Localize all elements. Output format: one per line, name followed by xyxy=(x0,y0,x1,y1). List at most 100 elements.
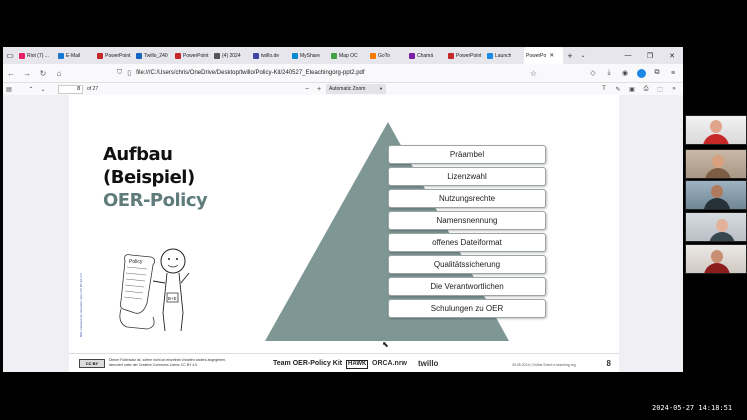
tab-9[interactable]: GoTo xyxy=(368,47,407,64)
tab-12[interactable]: Launch xyxy=(485,47,524,64)
image-credit: Bild: weeseeit.de, lizenziert unter CC B… xyxy=(79,245,83,337)
menu-icon[interactable]: ≡ xyxy=(665,65,681,81)
tab-label: Launch xyxy=(495,52,512,59)
video-tile-4[interactable] xyxy=(685,212,747,242)
video-tile-1[interactable] xyxy=(685,115,747,145)
account-icon[interactable]: ◉ xyxy=(617,65,633,81)
tab-7[interactable]: MyShare xyxy=(290,47,329,64)
pyramid-level-8: Schulungen zu OER xyxy=(388,299,546,318)
tab-favicon-icon xyxy=(253,52,259,59)
hawk-logo: HAWK xyxy=(346,360,369,369)
tab-11[interactable]: PowerPoint xyxy=(446,47,485,64)
sidebar-toggle-icon[interactable]: ▤ xyxy=(3,83,15,95)
pdf-tools: T ✎ ▣ ⎙ ⬚ » xyxy=(597,83,681,95)
tab-label: Map OC xyxy=(339,52,358,59)
pocket-icon[interactable]: ◇ xyxy=(585,65,601,81)
tab-favicon-icon xyxy=(448,52,454,59)
save-icon[interactable]: ⬚ xyxy=(653,83,667,95)
zoom-in-icon[interactable]: + xyxy=(313,83,325,95)
tab-favicon-icon xyxy=(331,52,337,59)
tab-favicon-icon xyxy=(370,52,376,59)
video-tile-2[interactable] xyxy=(685,149,747,179)
cc-license-badge: CC BY xyxy=(79,359,105,368)
badge-label: B+E xyxy=(168,296,177,301)
text-tool-icon[interactable]: T xyxy=(597,83,611,95)
list-tabs-icon[interactable]: ⌄ xyxy=(577,52,589,59)
tab-1[interactable]: E-Mail xyxy=(56,47,95,64)
close-window-icon[interactable]: ✕ xyxy=(661,47,683,64)
mouse-cursor-icon: ⬉ xyxy=(382,340,389,349)
slide-page: Aufbau (Beispiel) OER-Policy Bild: weese… xyxy=(69,95,619,353)
zoom-out-icon[interactable]: − xyxy=(301,83,313,95)
orca-logo: ORCA.nrw xyxy=(372,360,407,367)
downloads-icon[interactable]: ⤓ xyxy=(601,65,617,81)
video-tile-5[interactable] xyxy=(685,244,747,274)
tab-label: MyShare xyxy=(300,52,321,59)
print-icon[interactable]: ⎙ xyxy=(639,83,653,95)
toolbar-right: ◇ ⤓ ◉ ⧉ ≡ xyxy=(585,65,681,81)
tab-6[interactable]: twillo.de xyxy=(251,47,290,64)
team-label: Team OER-Policy Kit xyxy=(273,360,343,367)
pdf-toolbar: ▤ ⌃ ⌄ 8 of 27 − + Automatic Zoom ▼ T ✎ ▣… xyxy=(3,82,683,95)
tab-favicon-icon xyxy=(58,52,64,59)
tab-label: PowerPoint xyxy=(183,52,209,59)
tab-10[interactable]: Chamä xyxy=(407,47,446,64)
profile-avatar[interactable] xyxy=(633,65,649,81)
pyramid-level-7: Die Verantwortlichen xyxy=(388,277,546,296)
tab-label: GoTo xyxy=(378,52,390,59)
new-tab-button[interactable]: + xyxy=(563,51,577,61)
tab-favicon-icon xyxy=(214,52,220,59)
next-page-icon[interactable]: ⌄ xyxy=(37,83,49,95)
tab-label: E-Mail xyxy=(66,52,81,59)
maximize-icon[interactable]: ❐ xyxy=(639,47,661,64)
pyramid-level-1: Präambel xyxy=(388,145,546,164)
tab-bar: ▭ Riot (7) ... E-Mail PowerPoint Twillo_240… xyxy=(3,47,683,64)
tab-favicon-icon xyxy=(487,52,493,59)
tab-5[interactable]: (4) 2024 xyxy=(212,47,251,64)
shield-icon[interactable]: ⛉ xyxy=(117,69,122,77)
pyramid-level-4: Namensnennung xyxy=(388,211,546,230)
close-tab-icon[interactable]: ✕ xyxy=(549,52,554,59)
policy-illustration: Policy B+E xyxy=(119,248,190,332)
tab-favicon-icon xyxy=(409,52,415,59)
page-count: of 27 xyxy=(87,86,99,92)
window-controls: — ❐ ✕ xyxy=(617,47,683,64)
zoom-select[interactable]: Automatic Zoom ▼ xyxy=(326,84,386,94)
license-text: Dieser Foliensatz ist, sofern nicht an e… xyxy=(109,358,279,368)
tab-0[interactable]: Riot (7) ... xyxy=(17,47,56,64)
title-line-2: (Beispiel) xyxy=(103,167,195,188)
license-line-2[interactable]: lizenziert unter der Creative Commons Li… xyxy=(109,363,279,368)
tab-4[interactable]: PowerPoint xyxy=(173,47,212,64)
tab-active[interactable]: PowerPo ✕ xyxy=(524,47,563,64)
tab-8[interactable]: Map OC xyxy=(329,47,368,64)
tab-2[interactable]: PowerPoint xyxy=(95,47,134,64)
back-icon[interactable]: ← xyxy=(3,65,19,81)
tab-label: twillo.de xyxy=(261,52,280,59)
chevron-down-icon: ▼ xyxy=(379,86,383,91)
url-bar[interactable]: ⛉ ▯ file:///C:/Users/chris/OneDrive/Desk… xyxy=(117,66,537,80)
title-line-3: OER-Policy xyxy=(103,190,208,211)
nav-bar: ← → ↻ ⌂ ⛉ ▯ file:///C:/Users/chris/OneDr… xyxy=(3,64,683,82)
tab-favicon-icon xyxy=(19,52,25,59)
tab-3[interactable]: Twillo_240 xyxy=(134,47,173,64)
image-credit-text[interactable]: Bild: weeseeit.de, lizenziert unter CC B… xyxy=(79,245,83,337)
tab-label: Twillo_240 xyxy=(144,52,168,59)
title-line-1: Aufbau xyxy=(103,144,173,165)
prev-page-icon[interactable]: ⌃ xyxy=(25,83,37,95)
video-tile-3[interactable] xyxy=(685,180,747,210)
bookmark-star-icon[interactable]: ☆ xyxy=(530,69,537,78)
image-tool-icon[interactable]: ▣ xyxy=(625,83,639,95)
slide-page-number: 8 xyxy=(606,359,611,368)
forward-icon[interactable]: → xyxy=(19,65,35,81)
page-number-input[interactable]: 8 xyxy=(58,85,83,94)
more-tools-icon[interactable]: » xyxy=(667,83,681,95)
reload-icon[interactable]: ↻ xyxy=(35,65,51,81)
draw-tool-icon[interactable]: ✎ xyxy=(611,83,625,95)
tab-overview-icon[interactable]: ▭ xyxy=(3,47,17,64)
pyramid-level-6: Qualitätssicherung xyxy=(388,255,546,274)
extensions-icon[interactable]: ⧉ xyxy=(649,65,665,81)
tab-label: PowerPoint xyxy=(456,52,482,59)
minimize-icon[interactable]: — xyxy=(617,47,639,64)
home-icon[interactable]: ⌂ xyxy=(51,65,67,81)
tab-label: PowerPoint xyxy=(105,52,131,59)
